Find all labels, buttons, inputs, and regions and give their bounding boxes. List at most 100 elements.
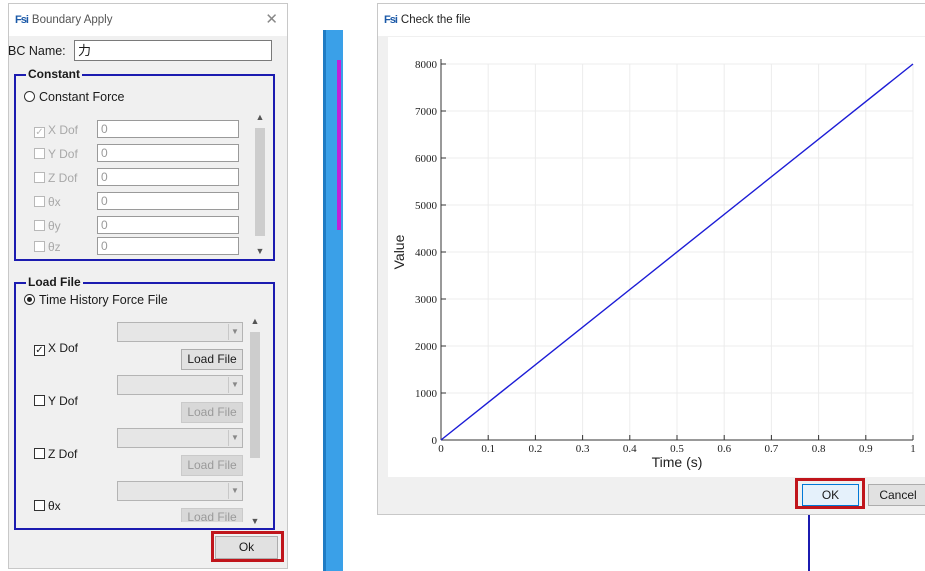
scroll-up-icon[interactable]: ▲ xyxy=(253,112,267,122)
app-logo-icon: Fsi xyxy=(384,14,398,26)
load-file-button[interactable]: Load File xyxy=(181,455,243,476)
dialog-title: Check the file xyxy=(400,14,471,26)
constant-dof-input[interactable]: 0 xyxy=(97,237,239,255)
dialog-titlebar: Fsi Boundary Apply ✕ xyxy=(9,4,287,36)
check-file-dialog: Fsi Check the file 0 0.1 0.2 0.3 0.4 0.5 0.6 0.… xyxy=(377,3,925,515)
file-combo[interactable]: ▼ xyxy=(117,428,243,448)
dialog-titlebar: Fsi Check the file xyxy=(378,4,925,36)
x-tick-label: 0 xyxy=(438,443,444,455)
y-tick-label: 7000 xyxy=(415,106,438,118)
y-tick-label: 3000 xyxy=(415,294,438,306)
model-highlight xyxy=(337,60,341,230)
x-tick-label: 0.4 xyxy=(623,443,637,455)
constant-dof-input[interactable]: 0 xyxy=(97,120,239,138)
chevron-down-icon[interactable]: ▼ xyxy=(228,430,241,446)
constant-dof-input[interactable]: 0 xyxy=(97,216,239,234)
load-file-button[interactable]: Load File xyxy=(181,508,243,522)
bc-name-input[interactable]: 力 xyxy=(74,40,272,61)
x-tick-label: 1 xyxy=(910,443,916,455)
dof-label: θz xyxy=(48,240,61,254)
constant-scrollbar[interactable]: ▲ ▼ xyxy=(253,112,267,256)
constant-force-radio[interactable]: Constant Force xyxy=(24,90,124,104)
y-axis-title: Value xyxy=(391,234,407,269)
x-tick-label: 0.2 xyxy=(529,443,543,455)
checkbox-icon xyxy=(34,448,45,459)
highlight-box xyxy=(795,478,865,509)
model-bar-edge xyxy=(323,30,326,571)
x-tick-label: 0.8 xyxy=(812,443,826,455)
load-dof-row[interactable]: Z Dof xyxy=(34,447,77,461)
file-combo[interactable]: ▼ xyxy=(117,481,243,501)
load-file-scrollbar[interactable]: ▲ ▼ xyxy=(248,316,262,526)
scroll-down-icon[interactable]: ▼ xyxy=(253,246,267,256)
constant-dof-input[interactable]: 0 xyxy=(97,168,239,186)
y-tick-label: 8000 xyxy=(415,59,438,71)
bc-name-label: BC Name: xyxy=(8,44,66,58)
x-tick-label: 0.7 xyxy=(765,443,779,455)
dof-label: Y Dof xyxy=(48,147,78,161)
highlight-box xyxy=(211,531,284,562)
dof-label: θx xyxy=(48,499,61,513)
load-file-button[interactable]: Load File xyxy=(181,402,243,423)
file-combo[interactable]: ▼ xyxy=(117,375,243,395)
dof-label: Z Dof xyxy=(48,447,78,461)
chevron-down-icon[interactable]: ▼ xyxy=(228,377,241,393)
dof-label: X Dof xyxy=(48,123,79,137)
load-dof-row[interactable]: Y Dof xyxy=(34,394,78,408)
y-tick-label: 0 xyxy=(432,435,438,447)
scroll-thumb[interactable] xyxy=(250,332,260,458)
constant-dof-row[interactable]: Y Dof xyxy=(34,147,78,161)
dof-label: θy xyxy=(48,219,61,233)
time-history-label: Time History Force File xyxy=(39,293,168,307)
checkbox-icon xyxy=(34,148,45,159)
file-combo[interactable]: ▼ xyxy=(117,322,243,342)
close-icon[interactable]: ✕ xyxy=(265,12,278,27)
constant-dof-input[interactable]: 0 xyxy=(97,144,239,162)
app-logo-icon: Fsi xyxy=(15,14,29,26)
x-tick-label: 0.3 xyxy=(576,443,590,455)
checkbox-icon xyxy=(34,241,45,252)
load-file-group-title: Load File xyxy=(26,275,83,289)
y-tick-label: 4000 xyxy=(415,247,438,259)
cancel-button[interactable]: Cancel xyxy=(868,484,925,506)
constant-dof-row[interactable]: Z Dof xyxy=(34,171,77,185)
checkbox-icon xyxy=(34,220,45,231)
radio-icon xyxy=(24,294,35,305)
y-tick-label: 2000 xyxy=(415,341,438,353)
constant-dof-row[interactable]: θx xyxy=(34,195,61,209)
constant-dof-row[interactable]: θy xyxy=(34,219,61,233)
dof-label: θx xyxy=(48,195,61,209)
constant-dof-row[interactable]: ✓ X Dof xyxy=(34,123,78,138)
load-dof-row[interactable]: θx xyxy=(34,499,61,513)
dof-label: Y Dof xyxy=(48,394,78,408)
x-tick-label: 0.1 xyxy=(481,443,495,455)
load-file-button[interactable]: Load File xyxy=(181,349,243,370)
checkbox-icon: ✓ xyxy=(34,127,45,138)
checkbox-icon xyxy=(34,500,45,511)
checkbox-icon xyxy=(34,196,45,207)
scroll-down-icon[interactable]: ▼ xyxy=(248,516,262,526)
y-tick-label: 1000 xyxy=(415,388,438,400)
scroll-up-icon[interactable]: ▲ xyxy=(248,316,262,326)
checkbox-icon xyxy=(34,395,45,406)
x-tick-label: 0.6 xyxy=(717,443,731,455)
chevron-down-icon[interactable]: ▼ xyxy=(228,324,241,340)
dof-label: Z Dof xyxy=(48,171,78,185)
chevron-down-icon[interactable]: ▼ xyxy=(228,483,241,499)
constant-force-label: Constant Force xyxy=(39,90,125,104)
y-tick-label: 5000 xyxy=(415,200,438,212)
x-axis-title: Time (s) xyxy=(652,454,703,470)
constant-dof-row[interactable]: θz xyxy=(34,240,61,254)
plot-area: 0 0.1 0.2 0.3 0.4 0.5 0.6 0.7 0.8 0.9 1 0 1000 2000 30… xyxy=(388,37,925,477)
checkbox-icon xyxy=(34,172,45,183)
time-history-radio[interactable]: Time History Force File xyxy=(24,293,168,307)
y-tick-label: 6000 xyxy=(415,153,438,165)
scroll-thumb[interactable] xyxy=(255,128,265,236)
value-time-chart: 0 0.1 0.2 0.3 0.4 0.5 0.6 0.7 0.8 0.9 101000200030… xyxy=(391,59,916,470)
dialog-title: Boundary Apply xyxy=(31,14,113,26)
load-dof-row[interactable]: ✓ X Dof xyxy=(34,341,78,356)
constant-dof-input[interactable]: 0 xyxy=(97,192,239,210)
checkbox-icon: ✓ xyxy=(34,345,45,356)
constant-group-title: Constant xyxy=(26,67,82,81)
radio-icon xyxy=(24,91,35,102)
